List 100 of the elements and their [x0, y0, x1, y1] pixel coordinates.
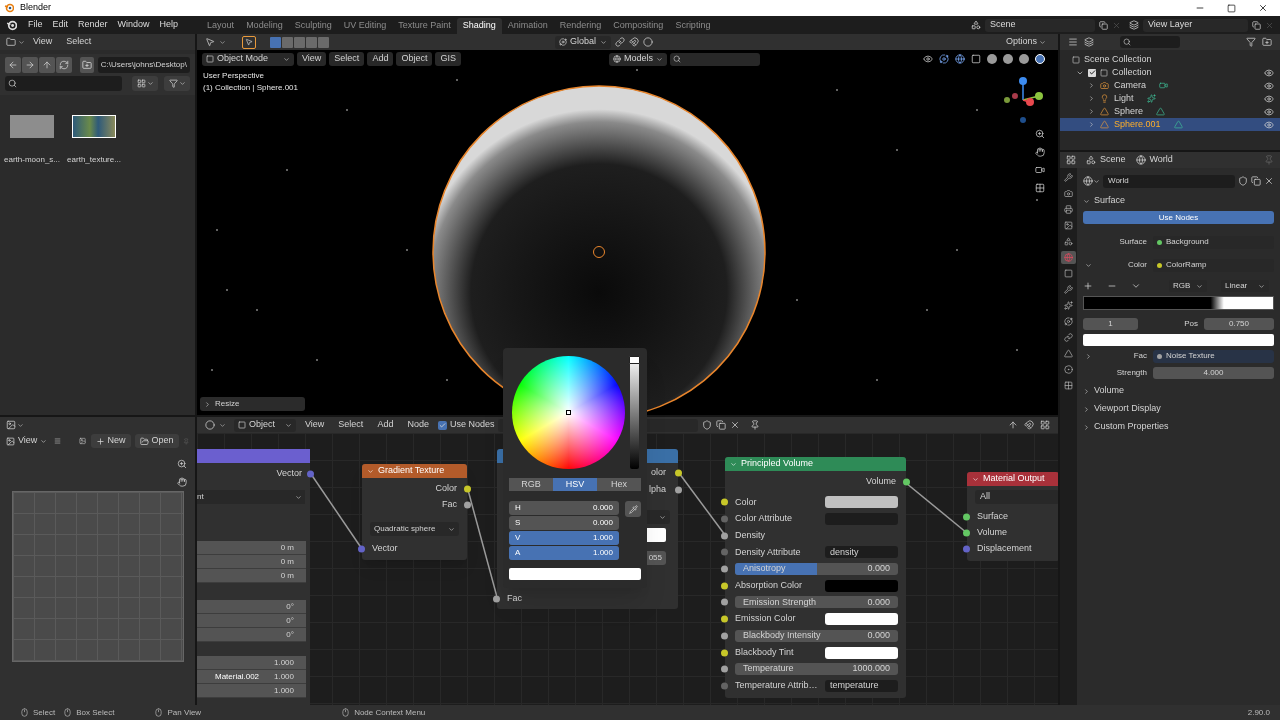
- color-swatch[interactable]: [825, 496, 898, 509]
- use-nodes-checkbox[interactable]: Use Nodes: [437, 418, 495, 432]
- tree-item[interactable]: Sphere: [1114, 104, 1144, 119]
- slider-field[interactable]: V 1.000: [509, 531, 619, 545]
- selection-mode-button[interactable]: [306, 36, 317, 48]
- menu-item[interactable]: Render: [73, 18, 113, 32]
- menu-item[interactable]: Object: [396, 52, 433, 66]
- workspace-tab[interactable]: Texture Paint: [392, 18, 457, 34]
- open-button[interactable]: Open: [134, 434, 179, 448]
- selection-mode-button[interactable]: [294, 36, 305, 48]
- workspace-tab[interactable]: Rendering: [553, 18, 608, 34]
- slider-field[interactable]: H 0.000: [509, 501, 619, 515]
- models-dropdown[interactable]: Models: [608, 52, 667, 66]
- workspace-tab[interactable]: Shading: [456, 18, 502, 34]
- number-field[interactable]: 1: [1083, 318, 1138, 330]
- selection-mode-button[interactable]: [270, 36, 281, 48]
- image-thumbnail[interactable]: [72, 115, 116, 138]
- menu-item[interactable]: View: [300, 418, 330, 432]
- workspace-tab[interactable]: Modeling: [240, 18, 289, 34]
- color-swatch[interactable]: [825, 613, 898, 626]
- color-ramp[interactable]: [1083, 296, 1274, 310]
- close-icon[interactable]: [730, 420, 741, 430]
- view-layer-icon[interactable]: [1129, 20, 1139, 30]
- panel-header[interactable]: Viewport Display: [1083, 402, 1274, 416]
- object-dropdown[interactable]: Object: [234, 418, 296, 432]
- visibility-icon[interactable]: [923, 54, 933, 64]
- filter-button[interactable]: [164, 76, 190, 91]
- properties-tab[interactable]: [1061, 379, 1076, 392]
- properties-tab[interactable]: [1061, 363, 1076, 376]
- tree-row[interactable]: Sphere.001: [1060, 118, 1280, 131]
- use-nodes-button[interactable]: Use Nodes: [1083, 211, 1274, 224]
- copy-icon[interactable]: [1099, 20, 1108, 30]
- color-swatch[interactable]: [1083, 334, 1274, 346]
- value-slider[interactable]: [630, 356, 639, 469]
- eyedropper-button[interactable]: [625, 501, 641, 517]
- new-button[interactable]: New: [90, 434, 131, 448]
- scene-icon[interactable]: [971, 20, 981, 30]
- new-collection-icon[interactable]: [1262, 37, 1272, 47]
- camera-view-icon[interactable]: [1035, 165, 1045, 175]
- number-field[interactable]: Emission Strength 0.000: [735, 596, 898, 609]
- blender-logo-icon[interactable]: [6, 19, 17, 31]
- axis-gizmo-drawing[interactable]: [1001, 76, 1045, 126]
- menu-item[interactable]: View: [27, 35, 59, 49]
- options-dropdown[interactable]: Options: [1001, 35, 1050, 49]
- color-mode-dropdown[interactable]: RGB: [1169, 280, 1207, 292]
- link-field[interactable]: ColorRamp: [1153, 258, 1274, 272]
- search-field[interactable]: [5, 76, 123, 91]
- tool-icon[interactable]: [205, 37, 215, 47]
- visibility-icon[interactable]: [1264, 119, 1274, 130]
- search-field[interactable]: [1120, 36, 1180, 48]
- number-field[interactable]: 4.000: [1153, 367, 1274, 379]
- tree-row[interactable]: Sphere: [1060, 105, 1280, 118]
- panel-header[interactable]: Surface: [1083, 194, 1274, 208]
- properties-tab[interactable]: [1061, 315, 1076, 328]
- gizmo-icon[interactable]: [939, 54, 949, 64]
- workspace-tab[interactable]: UV Editing: [337, 18, 393, 34]
- workspace-tab[interactable]: Compositing: [607, 18, 670, 34]
- orientation-dropdown[interactable]: Global: [555, 35, 611, 49]
- number-field[interactable]: 0 m: [197, 541, 306, 555]
- interpolation-dropdown[interactable]: Linear: [1221, 280, 1269, 292]
- target-dropdown[interactable]: All: [975, 490, 1058, 504]
- slider-field[interactable]: S 0.000: [509, 516, 619, 530]
- tree-row[interactable]: Light: [1060, 92, 1280, 105]
- tree-item[interactable]: Scene Collection: [1084, 52, 1152, 67]
- text-field[interactable]: temperature: [825, 679, 898, 692]
- search-field[interactable]: [669, 52, 760, 66]
- slider-field[interactable]: A 1.000: [509, 546, 619, 560]
- tree-item[interactable]: Collection: [1112, 65, 1152, 80]
- mode-tab[interactable]: RGB: [509, 478, 553, 491]
- link-field[interactable]: Noise Texture: [1153, 349, 1274, 363]
- snap-icon[interactable]: [1024, 420, 1034, 430]
- number-field[interactable]: 0°: [197, 628, 306, 642]
- pan-icon[interactable]: [1035, 147, 1045, 157]
- slider-field[interactable]: Anisotropy 0.000: [735, 563, 898, 576]
- image-icon[interactable]: [79, 436, 87, 446]
- menu-item[interactable]: View: [297, 52, 327, 66]
- workspace-tab[interactable]: Sculpting: [288, 18, 338, 34]
- pan-icon[interactable]: [177, 477, 187, 487]
- snap-icon[interactable]: [629, 37, 639, 47]
- visibility-icon[interactable]: [1264, 93, 1274, 104]
- number-field[interactable]: Material.002 1.000: [197, 670, 306, 684]
- visibility-icon[interactable]: [1264, 67, 1274, 78]
- menu-item[interactable]: Add: [367, 52, 394, 66]
- selection-mode-button[interactable]: [318, 36, 329, 48]
- selection-mode-button[interactable]: [282, 36, 293, 48]
- number-field[interactable]: 1.000: [197, 684, 306, 698]
- back-button[interactable]: [5, 57, 21, 73]
- operator-panel[interactable]: Resize: [200, 397, 305, 411]
- new-folder-button[interactable]: [80, 57, 94, 73]
- properties-tab[interactable]: [1061, 171, 1076, 184]
- forward-button[interactable]: [22, 57, 38, 73]
- menu-item[interactable]: Edit: [47, 18, 74, 32]
- properties-tab[interactable]: [1061, 203, 1076, 216]
- snap-grid-icon[interactable]: [1040, 420, 1050, 430]
- refresh-button[interactable]: [56, 57, 72, 73]
- number-field[interactable]: 0°: [197, 614, 306, 628]
- path-field[interactable]: C:\Users\johns\Desktop\: [97, 57, 190, 73]
- menu-item[interactable]: File: [23, 18, 48, 32]
- properties-tab[interactable]: [1061, 299, 1076, 312]
- properties-tab[interactable]: [1061, 267, 1076, 280]
